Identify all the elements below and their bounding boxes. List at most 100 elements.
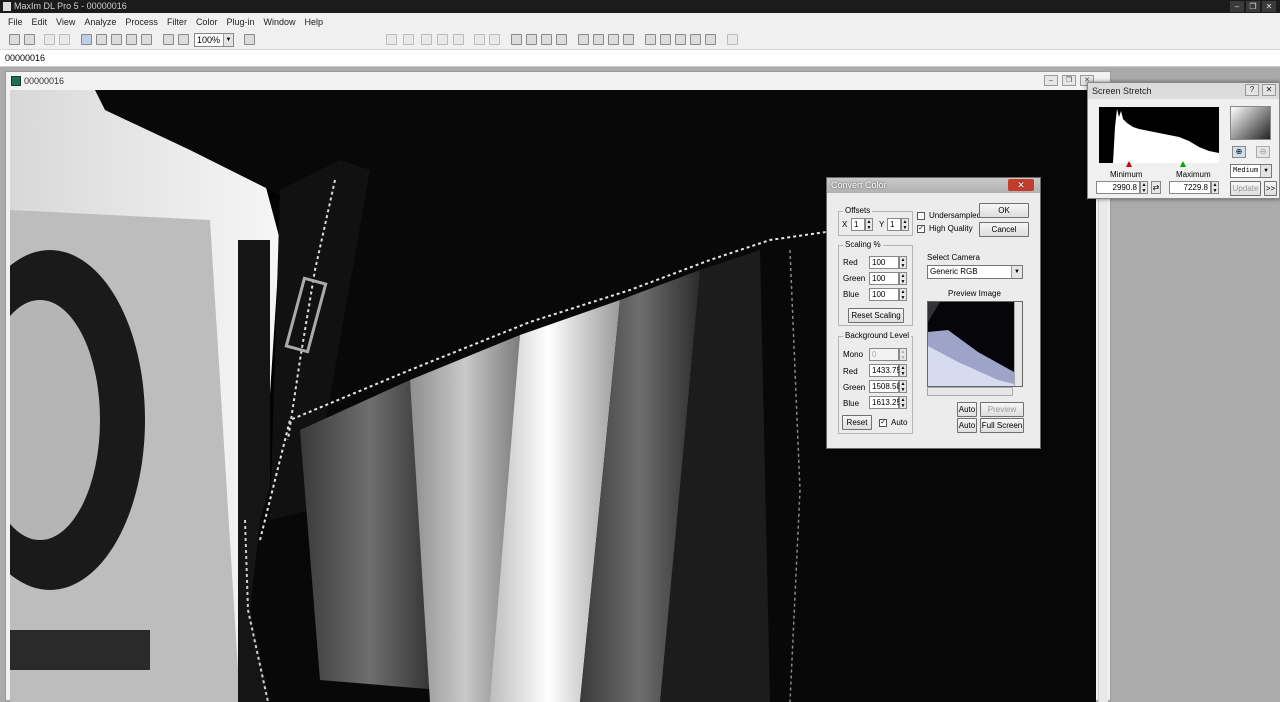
tool-icon[interactable] xyxy=(526,34,537,45)
menu-view[interactable]: View xyxy=(56,17,75,27)
undersampled-checkbox[interactable] xyxy=(917,212,925,220)
preview-hscroll[interactable] xyxy=(927,387,1013,396)
menu-process[interactable]: Process xyxy=(125,17,158,27)
crop-icon[interactable] xyxy=(141,34,152,45)
auto-stretch-button[interactable]: Auto xyxy=(957,402,977,417)
tool-icon[interactable] xyxy=(453,34,464,45)
camera-select[interactable]: Generic RGB ▼ xyxy=(927,265,1023,279)
tool-icon[interactable] xyxy=(578,34,589,45)
tool-icon[interactable] xyxy=(593,34,604,45)
reset-button[interactable]: Reset xyxy=(842,415,872,430)
minimize-icon[interactable]: – xyxy=(1044,75,1058,86)
bg-red-input[interactable]: 1433.75 xyxy=(869,364,901,377)
menu-filter[interactable]: Filter xyxy=(167,17,187,27)
menu-color[interactable]: Color xyxy=(196,17,218,27)
bg-mono-input[interactable]: 0 xyxy=(869,348,899,361)
menu-file[interactable]: File xyxy=(8,17,23,27)
tool-icon[interactable] xyxy=(660,34,671,45)
lock-icon[interactable] xyxy=(126,34,137,45)
preview-image[interactable] xyxy=(927,301,1023,387)
scale-green-input[interactable]: 100 xyxy=(869,272,899,285)
maximum-spinner[interactable]: ▲ ▼ xyxy=(1211,181,1219,194)
y-offset-input[interactable]: 1 xyxy=(887,218,901,231)
image-window-icon[interactable] xyxy=(81,34,92,45)
zoom-select[interactable]: 100% ▼ xyxy=(194,33,234,47)
tool-icon[interactable] xyxy=(541,34,552,45)
bg-mono-spinner[interactable]: ▲ ▼ xyxy=(899,348,907,361)
cancel-button[interactable]: Cancel xyxy=(979,222,1029,237)
tool-icon[interactable] xyxy=(474,34,485,45)
scale-blue-spinner[interactable]: ▲ ▼ xyxy=(899,288,907,301)
tool-icon[interactable] xyxy=(386,34,397,45)
tool-icon[interactable] xyxy=(421,34,432,45)
minimize-icon[interactable]: – xyxy=(1230,1,1244,12)
curve-icon[interactable] xyxy=(705,34,716,45)
open-icon[interactable] xyxy=(9,34,20,45)
bg-green-input[interactable]: 1508.58 xyxy=(869,380,901,393)
scale-red-input[interactable]: 100 xyxy=(869,256,899,269)
maximum-input[interactable]: 7229.8 xyxy=(1169,181,1211,194)
scale-green-spinner[interactable]: ▲ ▼ xyxy=(899,272,907,285)
fit-icon[interactable] xyxy=(111,34,122,45)
tool-icon[interactable] xyxy=(727,34,738,45)
close-icon[interactable]: ✕ xyxy=(1008,179,1034,191)
x-offset-spinner[interactable]: ▲ ▼ xyxy=(865,218,873,231)
ok-button[interactable]: OK xyxy=(979,203,1029,218)
minimum-spinner[interactable]: ▲ ▼ xyxy=(1140,181,1148,194)
undo-icon[interactable] xyxy=(44,34,55,45)
redo-icon[interactable] xyxy=(59,34,70,45)
screen-stretch-icon[interactable] xyxy=(96,34,107,45)
swap-icon[interactable]: ⇄ xyxy=(1151,181,1161,194)
minimum-input[interactable]: 2990.8 xyxy=(1096,181,1140,194)
menu-plugin[interactable]: Plug-in xyxy=(226,17,254,27)
auto-checkbox[interactable]: ✓ xyxy=(879,419,887,427)
tool-icon[interactable] xyxy=(403,34,414,45)
tool-icon[interactable] xyxy=(556,34,567,45)
preview-button[interactable]: Preview xyxy=(980,402,1024,417)
preview-vscroll[interactable] xyxy=(1014,302,1022,386)
histogram[interactable] xyxy=(1099,107,1219,163)
x-offset-input[interactable]: 1 xyxy=(851,218,865,231)
menu-help[interactable]: Help xyxy=(304,17,323,27)
tool-icon[interactable] xyxy=(623,34,634,45)
auto-button[interactable]: Auto xyxy=(957,418,977,433)
tool-icon[interactable] xyxy=(511,34,522,45)
minimum-marker-icon[interactable] xyxy=(1126,161,1132,167)
high-quality-checkbox[interactable]: ✓ xyxy=(917,225,925,233)
expand-button[interactable]: >> xyxy=(1264,181,1277,196)
menu-window[interactable]: Window xyxy=(263,17,295,27)
app-title: MaxIm DL Pro 5 - 00000016 xyxy=(14,1,127,11)
reset-scaling-button[interactable]: Reset Scaling xyxy=(848,308,904,323)
help-icon[interactable]: ? xyxy=(1245,84,1259,96)
bg-blue-input[interactable]: 1613.25 xyxy=(869,396,901,409)
stretch-mode-select[interactable]: Medium ▼ xyxy=(1230,164,1272,178)
bg-red-spinner[interactable]: ▲ ▼ xyxy=(899,364,907,377)
tool-icon[interactable] xyxy=(645,34,656,45)
tool-icon[interactable] xyxy=(675,34,686,45)
zoom-in-icon[interactable] xyxy=(163,34,174,45)
offsets-group: Offsets X 1 ▲ ▼ Y 1 ▲ ▼ xyxy=(838,206,913,236)
bg-blue-spinner[interactable]: ▲ ▼ xyxy=(899,396,907,409)
help-pointer-icon[interactable] xyxy=(244,34,255,45)
close-icon[interactable]: ✕ xyxy=(1262,84,1276,96)
tool-icon[interactable] xyxy=(437,34,448,45)
y-offset-spinner[interactable]: ▲ ▼ xyxy=(901,218,909,231)
menu-analyze[interactable]: Analyze xyxy=(84,17,116,27)
update-button[interactable]: Update xyxy=(1230,181,1261,196)
save-icon[interactable] xyxy=(24,34,35,45)
tool-icon[interactable] xyxy=(690,34,701,45)
restore-icon[interactable]: ❐ xyxy=(1062,75,1076,86)
crosshair-icon[interactable] xyxy=(489,34,500,45)
zoom-out-icon[interactable]: ⊖ xyxy=(1256,146,1270,158)
restore-icon[interactable]: ❐ xyxy=(1246,1,1260,12)
tool-icon[interactable] xyxy=(608,34,619,45)
menu-edit[interactable]: Edit xyxy=(32,17,48,27)
zoom-out-icon[interactable] xyxy=(178,34,189,45)
maximum-marker-icon[interactable] xyxy=(1180,161,1186,167)
scale-blue-input[interactable]: 100 xyxy=(869,288,899,301)
scale-red-spinner[interactable]: ▲ ▼ xyxy=(899,256,907,269)
zoom-in-icon[interactable]: ⊕ xyxy=(1232,146,1246,158)
close-icon[interactable]: ✕ xyxy=(1262,1,1276,12)
bg-green-spinner[interactable]: ▲ ▼ xyxy=(899,380,907,393)
full-screen-button[interactable]: Full Screen xyxy=(980,418,1024,433)
